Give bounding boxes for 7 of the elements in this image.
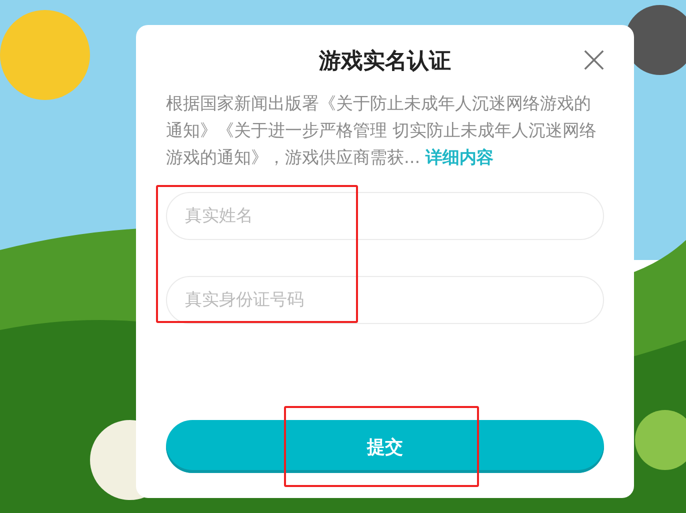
details-link[interactable]: 详细内容 [426, 148, 494, 168]
input-field[interactable]: 真实姓名 [166, 192, 604, 240]
notice-text: 根据国家新闻出版署《关于防止未成年人沉迷网络游戏的通知》《关于进一步严格管理 切实防止未成年人沉迷网络游戏的通知》，游戏供应商需获... 详细内容 [166, 93, 598, 170]
submit-button[interactable]: 提交 [166, 420, 604, 473]
input-field[interactable]: 真实身份证号码 [166, 276, 604, 324]
close-icon[interactable] [584, 50, 604, 70]
dialog-title: 游戏实名认证 [319, 48, 451, 76]
